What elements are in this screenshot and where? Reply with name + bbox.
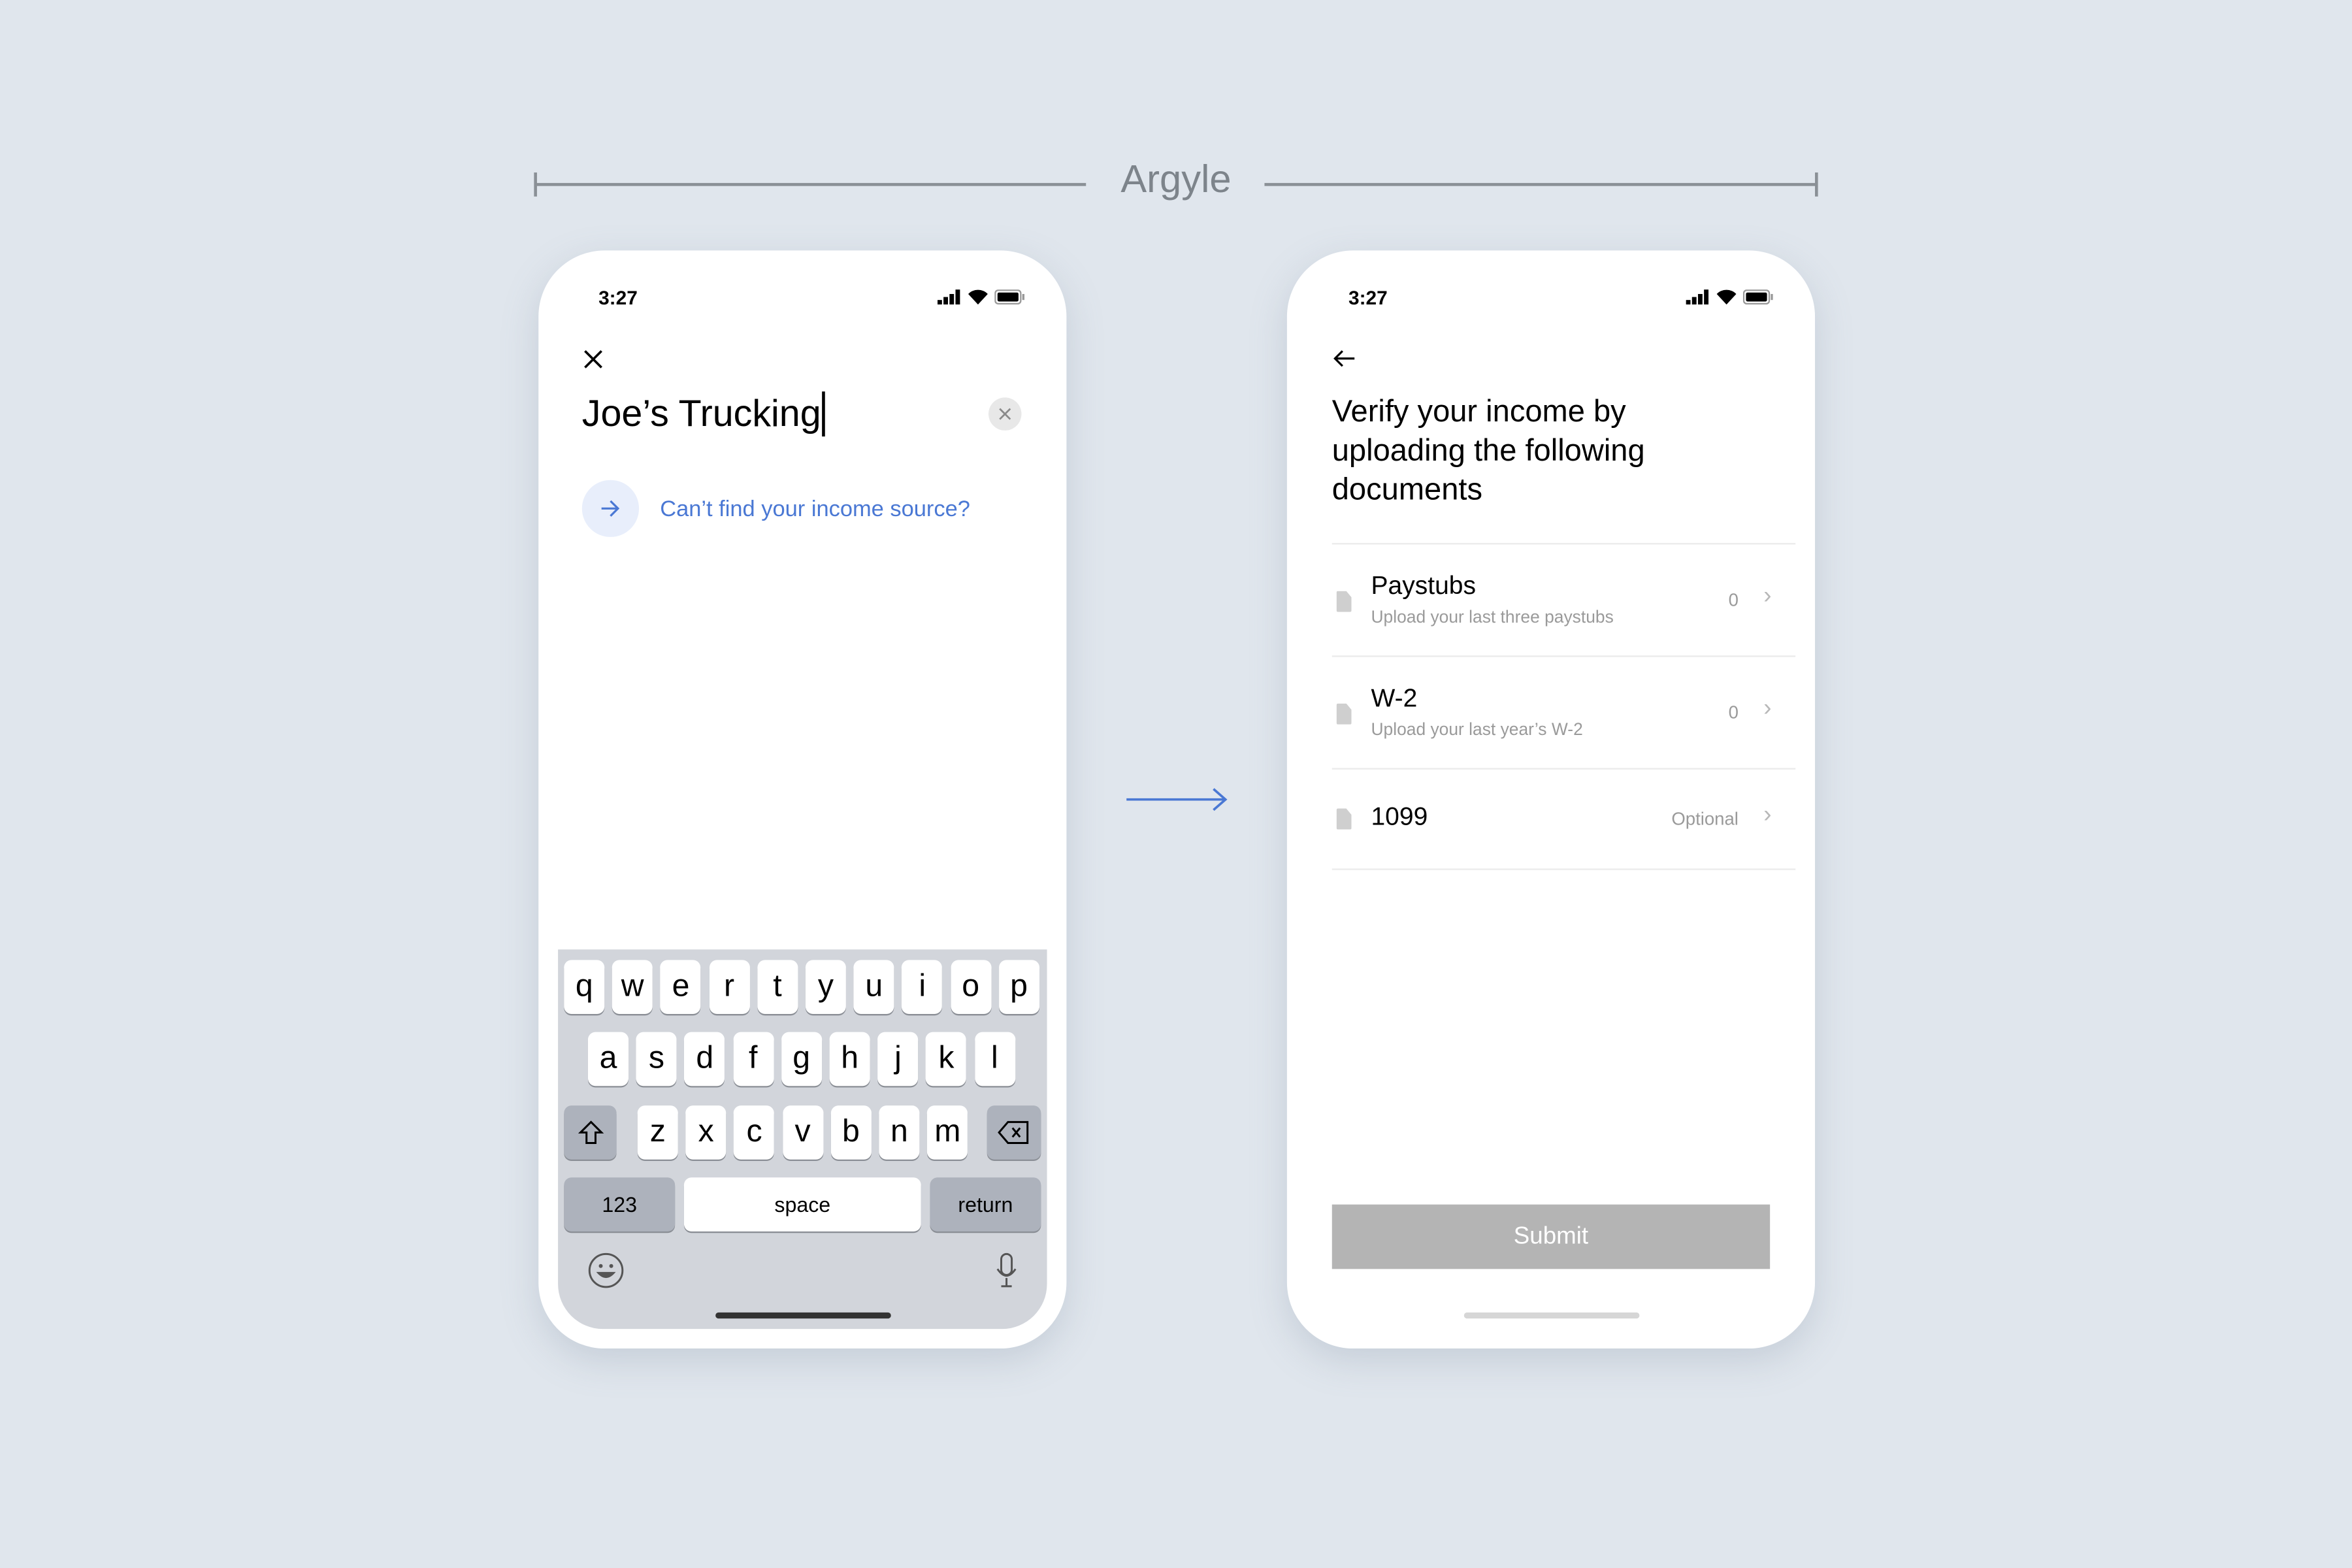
key-b[interactable]: b (830, 1105, 872, 1160)
key-z[interactable]: z (637, 1105, 678, 1160)
key-g[interactable]: g (781, 1032, 822, 1086)
numbers-key[interactable]: 123 (564, 1177, 676, 1232)
status-time: 3:27 (1348, 286, 1388, 309)
document-subtitle: Upload your last three paystubs (1371, 609, 1614, 627)
key-x[interactable]: x (685, 1105, 727, 1160)
submit-button[interactable]: Submit (1331, 1204, 1771, 1269)
status-icons (1686, 289, 1773, 305)
key-c[interactable]: c (734, 1105, 775, 1160)
rule-right-tick (1815, 172, 1818, 197)
key-t[interactable]: t (757, 960, 798, 1015)
key-p[interactable]: p (998, 960, 1039, 1015)
phone-search-screen: 3:27 Joe’s Trucking Can’t find your inco… (538, 250, 1067, 1349)
shift-icon (577, 1120, 604, 1144)
key-w[interactable]: w (612, 960, 653, 1015)
document-row-paystubs[interactable]: Paystubs Upload your last three paystubs… (1331, 543, 1796, 657)
signal-icon (937, 289, 960, 305)
document-title: 1099 (1371, 802, 1428, 831)
chevron-right-icon: › (1763, 696, 1772, 722)
wifi-icon (968, 289, 988, 305)
document-count: 0 (1728, 702, 1739, 723)
emoji-icon[interactable] (588, 1252, 624, 1288)
rule-left (535, 183, 1086, 186)
delete-key[interactable] (987, 1105, 1041, 1160)
key-k[interactable]: k (926, 1032, 967, 1086)
phone-documents-screen: 3:27 Verify your income by uploading the… (1286, 250, 1816, 1349)
keyboard: qwertyuiop asdfghjkl zxcvbnm 123 space r… (558, 949, 1047, 1330)
chevron-right-icon: › (1763, 802, 1772, 828)
key-v[interactable]: v (782, 1105, 823, 1160)
close-icon[interactable] (583, 350, 603, 369)
key-s[interactable]: s (636, 1032, 677, 1086)
page-title: Verify your income by uploading the foll… (1331, 394, 1645, 508)
key-m[interactable]: m (927, 1105, 968, 1160)
key-n[interactable]: n (879, 1105, 920, 1160)
clear-button[interactable] (988, 397, 1022, 431)
document-subtitle: Upload your last year’s W-2 (1371, 721, 1583, 740)
key-i[interactable]: i (902, 960, 943, 1015)
document-title: Paystubs (1371, 571, 1477, 600)
flow-arrow-icon (1126, 788, 1228, 811)
document-icon (1336, 808, 1352, 830)
document-count: 0 (1728, 589, 1739, 611)
text-cursor (822, 391, 825, 437)
key-q[interactable]: q (564, 960, 605, 1015)
key-a[interactable]: a (587, 1032, 629, 1086)
home-indicator (1463, 1312, 1640, 1319)
signal-icon (1686, 289, 1709, 305)
status-time: 3:27 (598, 286, 638, 309)
back-arrow-icon[interactable] (1332, 350, 1356, 368)
backspace-icon (998, 1120, 1029, 1144)
chevron-right-icon: › (1763, 583, 1772, 610)
key-y[interactable]: y (805, 960, 846, 1015)
key-r[interactable]: r (709, 960, 750, 1015)
search-value: Joe’s Trucking (581, 392, 821, 434)
brand-title: Argyle (1120, 155, 1232, 201)
search-input[interactable]: Joe’s Trucking (581, 391, 825, 437)
battery-icon (1742, 289, 1773, 305)
return-key[interactable]: return (930, 1177, 1041, 1232)
canvas: Argyle 3:27 Joe’s Trucking Can’t find yo… (0, 0, 2352, 1567)
key-u[interactable]: u (853, 960, 894, 1015)
document-row-w2[interactable]: W-2 Upload your last year’s W-2 0 › (1331, 655, 1796, 769)
wifi-icon (1716, 289, 1737, 305)
document-icon (1336, 703, 1352, 725)
microphone-icon[interactable] (996, 1252, 1017, 1288)
key-o[interactable]: o (950, 960, 991, 1015)
document-row-1099[interactable]: 1099 Optional › (1331, 768, 1796, 870)
shift-key[interactable] (564, 1105, 617, 1160)
key-f[interactable]: f (732, 1032, 774, 1086)
key-h[interactable]: h (829, 1032, 870, 1086)
battery-icon (994, 289, 1025, 305)
key-e[interactable]: e (661, 960, 702, 1015)
clear-icon (999, 408, 1011, 420)
document-icon (1336, 591, 1352, 612)
key-d[interactable]: d (684, 1032, 725, 1086)
status-icons (937, 289, 1025, 305)
space-key[interactable]: space (683, 1177, 921, 1232)
document-title: W-2 (1371, 683, 1418, 713)
rule-right (1264, 183, 1817, 186)
home-indicator (715, 1312, 891, 1319)
key-l[interactable]: l (974, 1032, 1015, 1086)
cant-find-label: Can’t find your income source? (660, 495, 970, 521)
cant-find-income-link[interactable]: Can’t find your income source? (581, 480, 970, 537)
arrow-right-icon (581, 480, 640, 537)
key-j[interactable]: j (877, 1032, 919, 1086)
document-optional-label: Optional (1671, 808, 1739, 830)
